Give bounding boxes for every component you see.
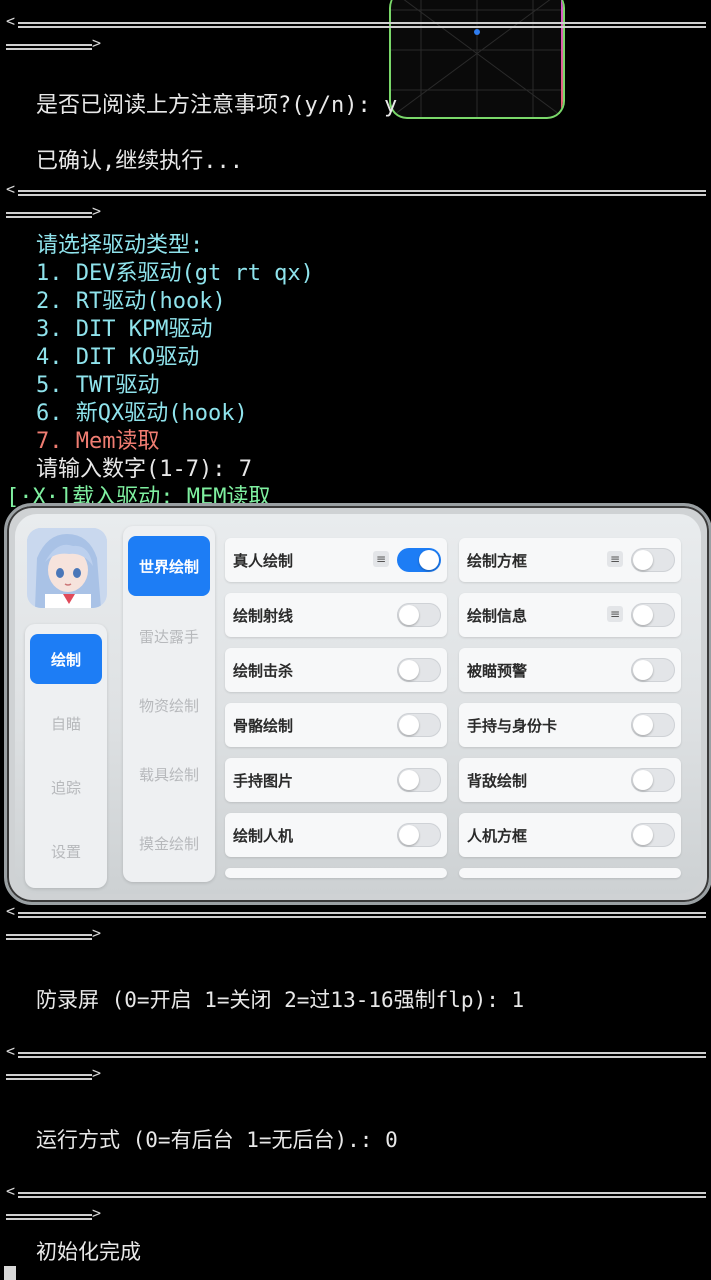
- feature-draw-ray: 绘制射线: [225, 593, 447, 637]
- subtab-item-draw[interactable]: 物资绘制: [128, 675, 210, 735]
- toggle-switch[interactable]: [631, 768, 675, 792]
- feature-label: 背敌绘制: [467, 772, 528, 790]
- subtab-vehicle-draw[interactable]: 载具绘制: [128, 744, 210, 804]
- driver-option: 2. RT驱动(hook): [36, 289, 226, 314]
- driver-option: 1. DEV系驱动(gt rt qx): [36, 261, 314, 286]
- feature-label: 绘制射线: [233, 607, 294, 625]
- separator: < >: [6, 1184, 706, 1224]
- screen-record-prompt: 防录屏 (0=开启 1=关闭 2=过13-16强制flp): 1: [36, 988, 525, 1012]
- tab-tracking[interactable]: 追踪: [30, 762, 102, 812]
- driver-option-selected: 7. Mem读取: [36, 429, 160, 454]
- feature-draw-kills: 绘制击杀: [225, 648, 447, 692]
- feature-label: 绘制击杀: [233, 662, 294, 680]
- separator: < >: [6, 1044, 706, 1084]
- driver-prompt: 请选择驱动类型:: [36, 233, 204, 258]
- toggle-switch[interactable]: [631, 713, 675, 737]
- feature-draw-bots: 绘制人机: [225, 813, 447, 857]
- driver-option: 4. DIT KO驱动: [36, 345, 200, 370]
- toggle-switch[interactable]: [631, 823, 675, 847]
- separator: < >: [6, 182, 706, 222]
- feature-draw-info: 绘制信息 ≡: [459, 593, 681, 637]
- feature-held-item-image: 手持图片: [225, 758, 447, 802]
- init-done-line: 初始化完成: [36, 1240, 141, 1264]
- main-tab-column: 绘制 自瞄 追踪 设置: [25, 624, 107, 888]
- feature-label: 骨骼绘制: [233, 717, 294, 735]
- feature-skeleton-draw: 骨骼绘制: [225, 703, 447, 747]
- feature-label: 真人绘制: [233, 552, 294, 570]
- toggle-switch[interactable]: [397, 823, 441, 847]
- anime-avatar-icon: [27, 528, 107, 608]
- tab-aimbot[interactable]: 自瞄: [30, 698, 102, 748]
- feature-real-player-draw: 真人绘制 ≡: [225, 538, 447, 582]
- feature-label: 人机方框: [467, 827, 528, 845]
- driver-option: 6. 新QX驱动(hook): [36, 401, 248, 426]
- avatar: [27, 528, 107, 608]
- separator: < >: [6, 14, 706, 54]
- feature-bot-box: 人机方框: [459, 813, 681, 857]
- menu-icon[interactable]: ≡: [607, 606, 623, 622]
- menu-icon[interactable]: ≡: [373, 551, 389, 567]
- sub-tab-column: 世界绘制 雷达露手 物资绘制 载具绘制 摸金绘制: [123, 526, 215, 882]
- toggle-switch[interactable]: [631, 603, 675, 627]
- feature-held-item-id-card: 手持与身份卡: [459, 703, 681, 747]
- subtab-radar[interactable]: 雷达露手: [128, 606, 210, 666]
- run-mode-prompt: 运行方式 (0=有后台 1=无后台).: 0: [36, 1128, 398, 1152]
- feature-draw-box: 绘制方框 ≡: [459, 538, 681, 582]
- feature-card-partial: [225, 868, 447, 878]
- toggle-switch[interactable]: [631, 548, 675, 572]
- feature-card-partial: [459, 868, 681, 878]
- tab-draw[interactable]: 绘制: [30, 634, 102, 684]
- feature-label: 手持图片: [233, 772, 294, 790]
- driver-option: 3. DIT KPM驱动: [36, 317, 213, 342]
- toggle-switch[interactable]: [397, 548, 441, 572]
- menu-icon[interactable]: ≡: [607, 551, 623, 567]
- driver-option: 5. TWT驱动: [36, 373, 160, 398]
- feature-label: 手持与身份卡: [467, 717, 558, 735]
- feature-label: 绘制信息: [467, 607, 528, 625]
- toggle-switch[interactable]: [397, 713, 441, 737]
- cheat-menu-window[interactable]: 绘制 自瞄 追踪 设置 世界绘制 雷达露手 物资绘制 载具绘制 摸金绘制 真人绘…: [4, 503, 711, 905]
- feature-label: 被瞄预警: [467, 662, 528, 680]
- confirmed-line: 已确认,继续执行...: [36, 149, 243, 174]
- toggle-switch[interactable]: [397, 658, 441, 682]
- toggle-switch[interactable]: [397, 603, 441, 627]
- feature-label: 绘制方框: [467, 552, 528, 570]
- toggle-switch[interactable]: [397, 768, 441, 792]
- input-prompt: 请输入数字(1-7): 7: [36, 457, 252, 482]
- terminal-cursor[interactable]: [4, 1266, 16, 1280]
- separator: < >: [6, 904, 706, 944]
- toggle-switch[interactable]: [631, 658, 675, 682]
- feature-label: 绘制人机: [233, 827, 294, 845]
- tab-settings[interactable]: 设置: [30, 826, 102, 876]
- subtab-loot-draw[interactable]: 摸金绘制: [128, 813, 210, 873]
- feature-behind-enemy-draw: 背敌绘制: [459, 758, 681, 802]
- feature-aim-warning: 被瞄预警: [459, 648, 681, 692]
- confirm-prompt: 是否已阅读上方注意事项?(y/n): y: [36, 93, 398, 118]
- subtab-world-draw[interactable]: 世界绘制: [128, 536, 210, 596]
